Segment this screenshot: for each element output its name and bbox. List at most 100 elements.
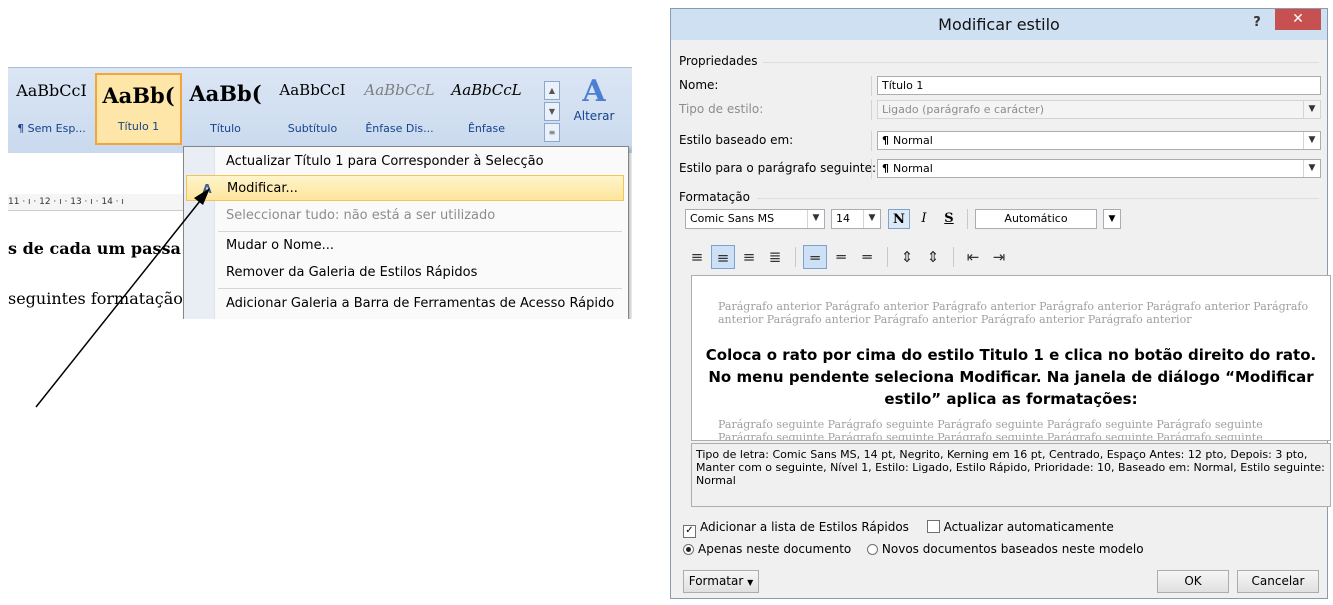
- style-subtitulo[interactable]: AaBbCcI Subtítulo: [269, 73, 356, 145]
- menu-item-label: Seleccionar tudo: não está a ser utiliza…: [226, 208, 496, 223]
- change-styles-button[interactable]: A Alterar: [564, 75, 624, 145]
- dialog-title: Modificar estilo: [938, 15, 1060, 34]
- decrease-indent-icon[interactable]: ⇤: [961, 245, 985, 269]
- next-style-row: Estilo para o parágrafo seguinte: ¶ Norma…: [679, 159, 1321, 179]
- format-button[interactable]: Formatar ▼: [683, 570, 759, 593]
- cancel-button[interactable]: Cancelar: [1237, 570, 1319, 593]
- chevron-down-icon[interactable]: ▼: [1303, 160, 1320, 177]
- gallery-more-icon[interactable]: ≡: [544, 123, 560, 142]
- new-documents-radio[interactable]: [866, 544, 878, 555]
- style-enfase[interactable]: AaBbCcL Ênfase: [443, 73, 530, 145]
- menu-item-label: Mudar o Nome...: [226, 238, 334, 253]
- paragraph-icon: ¶: [882, 134, 889, 147]
- style-sample: AaBbCcI: [16, 81, 87, 100]
- one-half-spacing-icon[interactable]: ═: [829, 245, 853, 269]
- style-type-row: Tipo de estilo: Ligado (parágrafo e cará…: [679, 100, 1321, 120]
- based-on-select[interactable]: ¶ Normal ▼: [877, 131, 1321, 150]
- preview-sample-text: Coloca o rato por cima do estilo Titulo …: [705, 346, 1317, 408]
- menu-icon-strip: [184, 147, 215, 319]
- based-on-label: Estilo baseado em:: [679, 133, 794, 147]
- chevron-down-icon[interactable]: ▼: [1103, 209, 1121, 229]
- menu-item-modify[interactable]: A Modificar...: [186, 175, 624, 201]
- style-type-select: Ligado (parágrafo e carácter) ▼: [877, 100, 1321, 119]
- chevron-down-icon[interactable]: ▼: [863, 210, 880, 228]
- align-left-icon[interactable]: ≡: [685, 245, 709, 269]
- preview-previous-paragraph: Parágrafo anterior Parágrafo anterior Pa…: [718, 300, 1309, 326]
- menu-item-add-gallery-to-toolbar[interactable]: Adicionar Galeria a Barra de Ferramentas…: [216, 291, 622, 317]
- name-row: Nome: Título 1: [679, 76, 1321, 96]
- next-style-value: Normal: [893, 162, 933, 175]
- menu-item-rename[interactable]: Mudar o Nome...: [216, 233, 622, 259]
- preview-next-paragraph: Parágrafo seguinte Parágrafo seguinte Pa…: [718, 418, 1263, 441]
- underline-button[interactable]: S: [938, 209, 960, 229]
- name-field[interactable]: Título 1: [877, 76, 1321, 95]
- quick-styles-gallery: AaBbCcI ¶ Sem Esp... AaBb( Título 1 AaBb…: [8, 73, 530, 145]
- only-this-document-radio[interactable]: [683, 544, 694, 555]
- menu-item-update-style[interactable]: Actualizar Título 1 para Corresponder à …: [216, 149, 622, 175]
- font-color-select[interactable]: Automático: [975, 209, 1097, 229]
- style-preview: Parágrafo anterior Parágrafo anterior Pa…: [691, 275, 1331, 441]
- auto-update-checkbox[interactable]: [926, 520, 940, 533]
- options-row-1: ✓ Adicionar a lista de Estilos Rápidos Ac…: [683, 520, 1114, 538]
- align-center-icon[interactable]: ≡: [711, 245, 735, 269]
- bold-button[interactable]: N: [888, 209, 910, 229]
- word-ribbon-screenshot: AaBbCcI ¶ Sem Esp... AaBb( Título 1 AaBb…: [8, 67, 632, 319]
- style-sample: AaBb(: [102, 83, 175, 108]
- modify-style-icon: A: [202, 182, 212, 196]
- chevron-down-icon[interactable]: ▼: [807, 210, 824, 228]
- modify-style-dialog: Modificar estilo ? ✕ Propriedades Nome: …: [670, 8, 1331, 599]
- menu-item-label: Modificar...: [227, 181, 298, 196]
- toolbar-separator: [795, 247, 796, 267]
- style-name: Título 1: [117, 120, 160, 133]
- double-spacing-icon[interactable]: ═: [855, 245, 879, 269]
- add-quick-styles-label: Adicionar a lista de Estilos Rápidos: [700, 520, 909, 534]
- add-quick-styles-checkbox[interactable]: ✓: [683, 525, 696, 538]
- single-spacing-icon[interactable]: ═: [803, 245, 827, 269]
- menu-separator: [218, 231, 622, 232]
- align-justify-icon[interactable]: ≣: [763, 245, 787, 269]
- chevron-down-icon: ▼: [747, 578, 754, 587]
- italic-button[interactable]: I: [913, 209, 935, 229]
- gallery-up-icon[interactable]: ▲: [544, 81, 560, 100]
- increase-indent-icon[interactable]: ⇥: [987, 245, 1011, 269]
- chevron-down-icon[interactable]: ▼: [1303, 132, 1320, 149]
- size-select[interactable]: 14 ▼: [831, 209, 881, 229]
- style-enfase-discreta[interactable]: AaBbCcL Ênfase Dis...: [356, 73, 443, 145]
- properties-header: Propriedades: [679, 54, 758, 68]
- alignment-toolbar: ≡ ≡ ≡ ≣ ═ ═ ═ ⇕ ⇕ ⇤ ⇥: [685, 245, 1325, 271]
- name-label: Nome:: [679, 78, 719, 92]
- style-context-menu: Actualizar Título 1 para Corresponder à …: [183, 146, 629, 319]
- style-titulo[interactable]: AaBb( Título: [182, 73, 269, 145]
- chevron-down-icon: ▼: [1303, 101, 1320, 118]
- section-divider: [763, 62, 1319, 63]
- gallery-scroll: ▲ ▼ ≡: [544, 81, 560, 142]
- menu-item-remove-from-gallery[interactable]: Remover da Galeria de Estilos Rápidos: [216, 260, 622, 286]
- font-select[interactable]: Comic Sans MS ▼: [685, 209, 825, 229]
- row-separator: [871, 76, 872, 96]
- space-after-icon[interactable]: ⇕: [921, 245, 945, 269]
- format-button-label: Formatar: [688, 574, 744, 588]
- menu-item-label: Adicionar Galeria a Barra de Ferramentas…: [226, 296, 615, 311]
- ok-button[interactable]: OK: [1157, 570, 1229, 593]
- space-before-icon[interactable]: ⇕: [895, 245, 919, 269]
- based-on-value: Normal: [893, 134, 933, 147]
- style-sample: AaBbCcL: [364, 81, 435, 99]
- close-icon[interactable]: ✕: [1275, 9, 1321, 30]
- next-style-select[interactable]: ¶ Normal ▼: [877, 159, 1321, 178]
- style-titulo-1[interactable]: AaBb( Título 1: [95, 73, 182, 145]
- only-this-document-label: Apenas neste documento: [698, 542, 852, 556]
- section-divider: [757, 198, 1319, 199]
- document-text-line-2: seguintes formatação: [8, 289, 183, 308]
- gallery-down-icon[interactable]: ▼: [544, 102, 560, 121]
- menu-separator: [218, 288, 622, 289]
- style-name: Subtítulo: [287, 122, 338, 135]
- style-description: Tipo de letra: Comic Sans MS, 14 pt, Neg…: [691, 443, 1331, 507]
- formatting-header: Formatação: [679, 190, 750, 204]
- style-name: ¶ Sem Esp...: [17, 122, 86, 135]
- toolbar-separator: [887, 247, 888, 267]
- help-icon[interactable]: ?: [1247, 13, 1267, 33]
- menu-item-label: Remover da Galeria de Estilos Rápidos: [226, 265, 478, 280]
- style-name: Ênfase Dis...: [365, 122, 434, 135]
- align-right-icon[interactable]: ≡: [737, 245, 761, 269]
- style-sem-espacamento[interactable]: AaBbCcI ¶ Sem Esp...: [8, 73, 95, 145]
